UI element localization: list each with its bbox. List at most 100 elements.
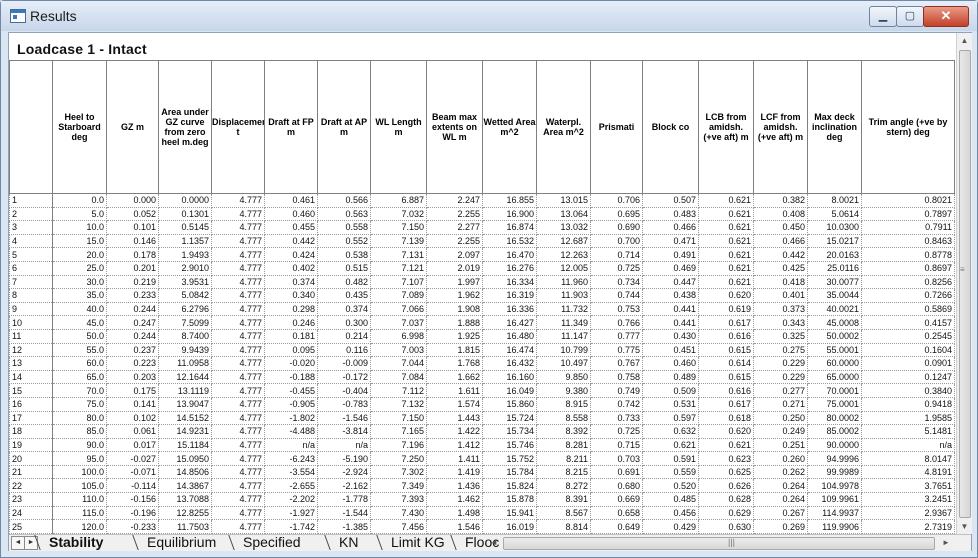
- table-cell[interactable]: 0.509: [642, 383, 699, 398]
- table-cell[interactable]: -0.114: [106, 478, 159, 494]
- table-cell[interactable]: 30.0077: [807, 274, 862, 290]
- table-cell[interactable]: 0.4157: [861, 315, 955, 330]
- table-cell[interactable]: 4.777: [211, 410, 265, 426]
- table-cell[interactable]: 0.680: [590, 478, 643, 494]
- table-cell[interactable]: 2.097: [426, 247, 483, 262]
- table-cell[interactable]: 0.489: [642, 369, 699, 385]
- table-cell[interactable]: 0.466: [642, 220, 699, 235]
- column-header[interactable]: Prismati: [590, 60, 643, 194]
- table-cell[interactable]: 4.777: [211, 247, 265, 262]
- table-cell[interactable]: 35.0: [52, 288, 107, 303]
- table-cell[interactable]: 3.9531: [158, 274, 212, 290]
- table-cell[interactable]: 4.777: [211, 505, 265, 521]
- table-cell[interactable]: 2.019: [426, 260, 483, 276]
- table-cell[interactable]: 16.855: [482, 193, 537, 208]
- table-cell[interactable]: 4.777: [211, 492, 265, 507]
- table-cell[interactable]: 7.250: [370, 451, 427, 466]
- table-cell[interactable]: 0.658: [590, 505, 643, 521]
- table-cell[interactable]: -1.927: [264, 505, 318, 521]
- table-cell[interactable]: -3.554: [264, 464, 318, 480]
- table-cell[interactable]: 0.649: [590, 519, 643, 534]
- table-cell[interactable]: 25.0116: [807, 260, 862, 276]
- table-row[interactable]: 16 75.0 0.141 13.9047 4.777 -0.905 -0.783 7.132…: [9, 396, 955, 412]
- row-number-cell[interactable]: 19: [9, 437, 53, 453]
- table-cell[interactable]: 20.0: [52, 247, 107, 262]
- column-header[interactable]: Heel to Starboard deg: [52, 60, 107, 194]
- row-number-cell[interactable]: 8: [9, 288, 53, 303]
- table-cell[interactable]: 0.175: [106, 383, 159, 398]
- table-cell[interactable]: 0.401: [753, 288, 808, 303]
- table-cell[interactable]: 0.767: [590, 356, 643, 371]
- table-cell[interactable]: 16.049: [482, 383, 537, 398]
- table-cell[interactable]: 0.558: [317, 220, 371, 235]
- tab-limit-kg[interactable]: Limit KG: [379, 535, 445, 551]
- table-cell[interactable]: 8.272: [536, 478, 591, 494]
- table-cell[interactable]: 15.941: [482, 505, 537, 521]
- table-cell[interactable]: 16.532: [482, 233, 537, 249]
- table-cell[interactable]: 50.0: [52, 328, 107, 344]
- row-number-cell[interactable]: 6: [9, 260, 53, 276]
- table-cell[interactable]: 119.9906: [807, 519, 862, 534]
- table-cell[interactable]: 0.442: [753, 247, 808, 262]
- table-cell[interactable]: 0.181: [264, 328, 318, 344]
- table-cell[interactable]: 0.373: [753, 301, 808, 317]
- table-cell[interactable]: 0.460: [264, 206, 318, 222]
- table-cell[interactable]: 1.888: [426, 315, 483, 330]
- table-cell[interactable]: 0.374: [317, 301, 371, 317]
- table-cell[interactable]: 1.411: [426, 451, 483, 466]
- table-cell[interactable]: 0.408: [753, 206, 808, 222]
- table-cell[interactable]: 99.9989: [807, 464, 862, 480]
- table-cell[interactable]: 0.734: [590, 274, 643, 290]
- table-cell[interactable]: -0.020: [264, 356, 318, 371]
- table-cell[interactable]: 4.8191: [861, 464, 955, 480]
- table-cell[interactable]: 95.0: [52, 451, 107, 466]
- row-number-cell[interactable]: 20: [9, 451, 53, 466]
- table-cell[interactable]: 0.264: [753, 478, 808, 494]
- table-cell[interactable]: 13.032: [536, 220, 591, 235]
- table-cell[interactable]: 0.466: [753, 233, 808, 249]
- table-cell[interactable]: 10.0300: [807, 220, 862, 235]
- table-cell[interactable]: 0.482: [317, 274, 371, 290]
- table-cell[interactable]: 0.251: [753, 437, 808, 453]
- table-cell[interactable]: 0.621: [642, 437, 699, 453]
- table-cell[interactable]: 8.915: [536, 396, 591, 412]
- table-cell[interactable]: 0.455: [264, 220, 318, 235]
- table-cell[interactable]: 12.263: [536, 247, 591, 262]
- row-number-cell[interactable]: 1: [9, 193, 53, 208]
- table-cell[interactable]: 15.860: [482, 396, 537, 412]
- table-cell[interactable]: 5.0: [52, 206, 107, 222]
- table-cell[interactable]: 0.461: [264, 193, 318, 208]
- row-number-cell[interactable]: 9: [9, 301, 53, 317]
- row-number-cell[interactable]: 17: [9, 410, 53, 426]
- table-cell[interactable]: 4.777: [211, 193, 265, 208]
- table-cell[interactable]: 1.574: [426, 396, 483, 412]
- table-cell[interactable]: 0.621: [698, 233, 754, 249]
- row-number-cell[interactable]: 21: [9, 464, 53, 480]
- table-cell[interactable]: 0.742: [590, 396, 643, 412]
- table-cell[interactable]: 40.0: [52, 301, 107, 317]
- table-cell[interactable]: -1.742: [264, 519, 318, 534]
- table-cell[interactable]: 0.418: [753, 274, 808, 290]
- table-cell[interactable]: 0.632: [642, 424, 699, 439]
- table-cell[interactable]: 0.262: [753, 464, 808, 480]
- scroll-left-icon[interactable]: ◄: [487, 536, 501, 550]
- table-cell[interactable]: 5.1481: [861, 424, 955, 439]
- table-row[interactable]: 23 110.0 -0.156 13.7088 4.777 -2.202 -1.778 7.3…: [9, 492, 955, 507]
- table-cell[interactable]: 7.456: [370, 519, 427, 534]
- table-cell[interactable]: 1.462: [426, 492, 483, 507]
- table-cell[interactable]: 0.619: [698, 301, 754, 317]
- table-cell[interactable]: 0.621: [698, 260, 754, 276]
- table-cell[interactable]: 90.0000: [807, 437, 862, 453]
- table-cell[interactable]: 15.0: [52, 233, 107, 249]
- table-cell[interactable]: 0.8463: [861, 233, 955, 249]
- table-cell[interactable]: 11.147: [536, 328, 591, 344]
- table-cell[interactable]: 16.319: [482, 288, 537, 303]
- table-cell[interactable]: 0.749: [590, 383, 643, 398]
- table-cell[interactable]: 1.419: [426, 464, 483, 480]
- table-cell[interactable]: 0.669: [590, 492, 643, 507]
- table-cell[interactable]: 0.424: [264, 247, 318, 262]
- table-cell[interactable]: 0.621: [698, 437, 754, 453]
- table-cell[interactable]: 1.815: [426, 342, 483, 358]
- table-cell[interactable]: 55.0: [52, 342, 107, 358]
- column-header[interactable]: Waterpl. Area m^2: [536, 60, 591, 194]
